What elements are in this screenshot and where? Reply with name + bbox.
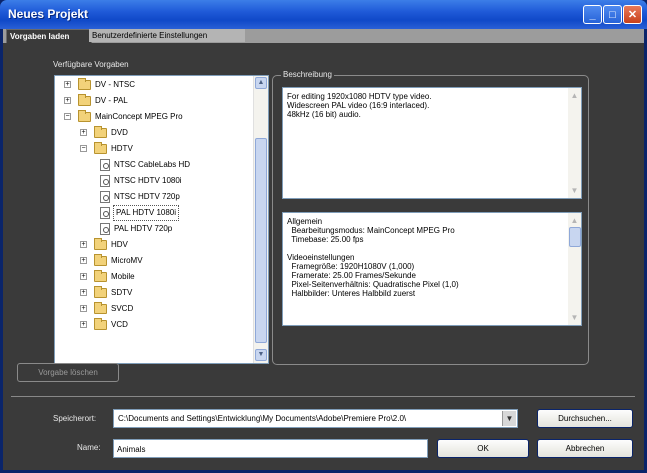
details-line: Timebase: 25.00 fps bbox=[287, 235, 364, 244]
separator bbox=[11, 396, 635, 397]
expand-icon[interactable]: + bbox=[80, 241, 87, 248]
tree-scrollbar[interactable]: ▲ ▼ bbox=[253, 76, 268, 363]
description-line: 48kHz (16 bit) audio. bbox=[287, 110, 361, 119]
scroll-up-icon[interactable]: ▲ bbox=[570, 216, 579, 225]
minimize-icon[interactable]: _ bbox=[583, 5, 602, 24]
folder-icon bbox=[94, 254, 107, 266]
folder-icon bbox=[94, 270, 107, 282]
details-line: Halbbilder: Unteres Halbbild zuerst bbox=[287, 289, 416, 298]
browse-button[interactable]: Durchsuchen... bbox=[537, 409, 633, 428]
cancel-button[interactable]: Abbrechen bbox=[537, 439, 633, 458]
scroll-up-icon[interactable]: ▲ bbox=[255, 77, 267, 89]
description-scrollbar[interactable]: ▲ ▼ bbox=[568, 88, 581, 198]
expand-icon[interactable]: + bbox=[80, 305, 87, 312]
scroll-thumb[interactable] bbox=[255, 138, 267, 343]
tree-item-label: PAL HDTV 720p bbox=[114, 224, 173, 233]
expand-icon[interactable]: + bbox=[80, 273, 87, 280]
tree-item-label: SDTV bbox=[111, 288, 133, 297]
details-line: Framerate: 25.00 Frames/Sekunde bbox=[287, 271, 416, 280]
tree-item-label: DV - NTSC bbox=[95, 80, 135, 89]
maximize-icon[interactable]: □ bbox=[603, 5, 622, 24]
details-line: Framegröße: 1920H1080V (1,000) bbox=[287, 262, 415, 271]
tree-item-label: MicroMV bbox=[111, 256, 143, 265]
scroll-down-icon[interactable]: ▼ bbox=[570, 186, 579, 195]
tree-item-label: NTSC HDTV 720p bbox=[114, 192, 180, 201]
folder-icon bbox=[94, 318, 107, 330]
details-textbox[interactable]: Allgemein Bearbeitungsmodus: MainConcept… bbox=[282, 212, 582, 326]
folder-icon bbox=[78, 110, 91, 122]
expand-icon[interactable]: + bbox=[80, 129, 87, 136]
folder-icon bbox=[78, 78, 91, 90]
collapse-icon[interactable]: − bbox=[64, 113, 71, 120]
details-scrollbar[interactable]: ▲ ▼ bbox=[568, 213, 581, 325]
details-line bbox=[287, 244, 459, 253]
folder-icon bbox=[94, 302, 107, 314]
expand-icon[interactable]: + bbox=[64, 97, 71, 104]
tree-item-label: VCD bbox=[111, 320, 128, 329]
tree-item-label: SVCD bbox=[111, 304, 134, 313]
scroll-up-icon[interactable]: ▲ bbox=[570, 91, 579, 100]
tree-item-label: PAL HDTV 1080i bbox=[112, 205, 180, 221]
preset-file-icon bbox=[100, 207, 110, 219]
folder-icon bbox=[94, 238, 107, 250]
preset-file-icon bbox=[100, 175, 110, 187]
description-group: Beschreibung For editing 1920x1080 HDTV … bbox=[272, 70, 589, 365]
description-line: For editing 1920x1080 HDTV type video. bbox=[287, 92, 432, 101]
location-value: C:\Documents and Settings\Entwicklung\My… bbox=[118, 414, 407, 423]
tree-item-label: NTSC HDTV 1080i bbox=[114, 176, 182, 185]
close-icon[interactable]: ✕ bbox=[623, 5, 642, 24]
preset-file-icon bbox=[100, 159, 110, 171]
tree-item-label: DV - PAL bbox=[95, 96, 128, 105]
delete-preset-button[interactable]: Vorgabe löschen bbox=[17, 363, 119, 382]
description-title: Beschreibung bbox=[281, 70, 334, 79]
scroll-down-icon[interactable]: ▼ bbox=[570, 313, 579, 322]
tree-item-label: NTSC CableLabs HD bbox=[114, 160, 191, 169]
new-project-dialog: Neues Projekt _ □ ✕ Vorgaben laden Benut… bbox=[0, 0, 647, 473]
tree-item-label: MainConcept MPEG Pro bbox=[95, 112, 183, 121]
expand-icon[interactable]: + bbox=[80, 289, 87, 296]
location-combobox[interactable]: C:\Documents and Settings\Entwicklung\My… bbox=[113, 409, 518, 428]
details-line: Pixel-Seitenverhältnis: Quadratische Pix… bbox=[287, 280, 459, 289]
folder-icon bbox=[94, 142, 107, 154]
expand-icon[interactable]: + bbox=[64, 81, 71, 88]
tree-item-label: DVD bbox=[111, 128, 128, 137]
preset-file-icon bbox=[100, 223, 110, 235]
details-line: Videoeinstellungen bbox=[287, 253, 355, 262]
tree-item-label: HDTV bbox=[111, 144, 133, 153]
name-field[interactable] bbox=[113, 439, 428, 458]
tab-load-presets[interactable]: Vorgaben laden bbox=[6, 29, 92, 43]
dialog-body: Vorgaben laden Benutzerdefinierte Einste… bbox=[3, 29, 644, 470]
folder-icon bbox=[94, 126, 107, 138]
window-title: Neues Projekt bbox=[8, 7, 89, 21]
available-presets-label: Verfügbare Vorgaben bbox=[53, 60, 129, 69]
name-label: Name: bbox=[77, 443, 101, 452]
folder-icon bbox=[78, 94, 91, 106]
scroll-thumb[interactable] bbox=[569, 227, 581, 247]
tab-strip: Vorgaben laden Benutzerdefinierte Einste… bbox=[3, 29, 644, 43]
chevron-down-icon[interactable]: ▼ bbox=[502, 411, 516, 426]
tree-item-label: HDV bbox=[111, 240, 128, 249]
description-line: Widescreen PAL video (16:9 interlaced). bbox=[287, 101, 430, 110]
presets-tree[interactable]: ▲ ▼ + DV - NTSC + DV - PAL − MainConcept MPEG… bbox=[54, 75, 269, 364]
expand-icon[interactable]: + bbox=[80, 321, 87, 328]
title-bar[interactable]: Neues Projekt _ □ ✕ bbox=[0, 0, 647, 29]
scroll-down-icon[interactable]: ▼ bbox=[255, 349, 267, 361]
name-input[interactable] bbox=[117, 443, 417, 455]
ok-button[interactable]: OK bbox=[437, 439, 529, 458]
expand-icon[interactable]: + bbox=[80, 257, 87, 264]
description-textbox[interactable]: For editing 1920x1080 HDTV type video. Wi… bbox=[282, 87, 582, 199]
folder-icon bbox=[94, 286, 107, 298]
collapse-icon[interactable]: − bbox=[80, 145, 87, 152]
details-line: Bearbeitungsmodus: MainConcept MPEG Pro bbox=[287, 226, 455, 235]
location-label: Speicherort: bbox=[53, 414, 97, 423]
tab-custom-settings[interactable]: Benutzerdefinierte Einstellungen bbox=[89, 29, 245, 42]
details-line: Allgemein bbox=[287, 217, 323, 226]
tree-item-label: Mobile bbox=[111, 272, 135, 281]
preset-file-icon bbox=[100, 191, 110, 203]
